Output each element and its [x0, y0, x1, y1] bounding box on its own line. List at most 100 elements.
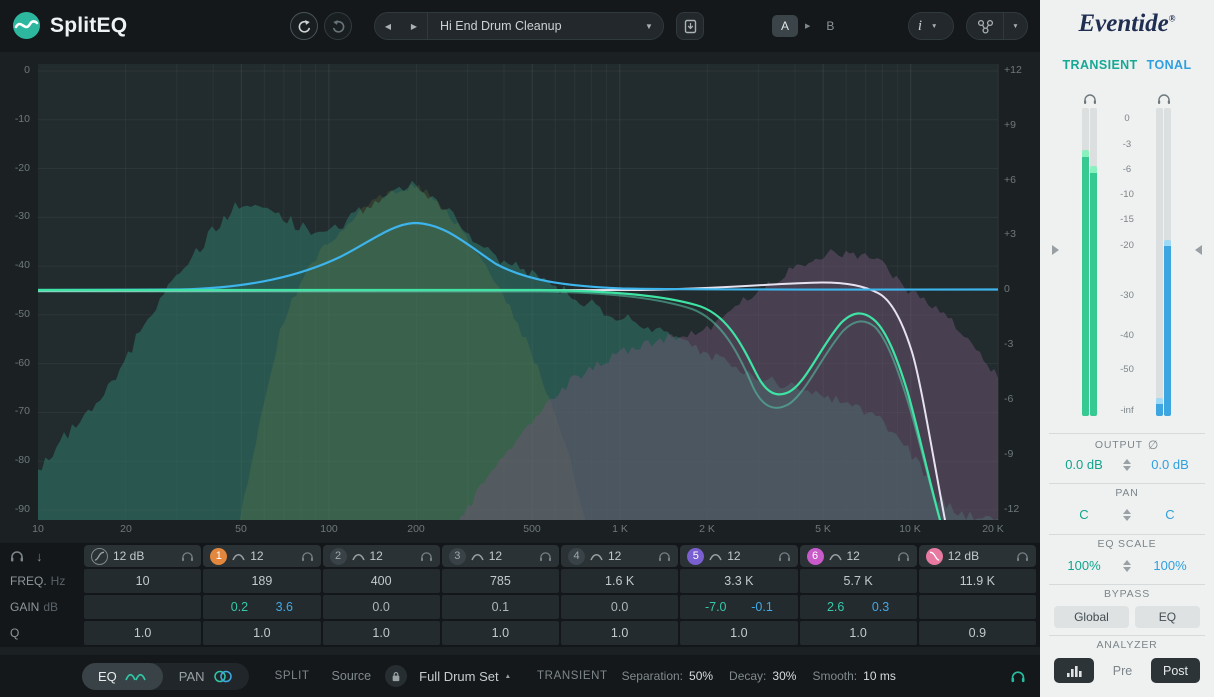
band-freq-value[interactable]: 11.9 K — [919, 569, 1036, 593]
band-parameter-strip: ↓ FREQ.Hz GAINdB Q 12 dB — [0, 543, 1040, 647]
bypass-global-button[interactable]: Global — [1054, 606, 1129, 628]
eq-graph[interactable]: 0 -10 -20 -30 -40 -50 -60 -70 -80 -90 +1… — [0, 52, 1040, 543]
band-freq-value[interactable]: 1.6 K — [561, 569, 678, 593]
smooth-value[interactable]: 10 ms — [863, 669, 896, 683]
band-slope-value[interactable]: 12 — [847, 549, 860, 563]
band-solo-headphone-icon[interactable] — [778, 551, 791, 562]
bypass-buttons: Global EQ — [1054, 606, 1200, 628]
source-lock-button[interactable] — [385, 665, 407, 687]
separation-label: Separation: — [622, 669, 683, 683]
ab-copy-arrow[interactable]: ▶ — [805, 22, 810, 30]
polarity-icon[interactable]: ∅ — [1148, 438, 1159, 452]
band-1-header-button[interactable]: 1 12 — [203, 545, 320, 567]
eq-curves-icon — [125, 670, 147, 682]
preset-prev-button[interactable]: ◀ — [375, 22, 401, 31]
pan-transient-value[interactable]: C — [1050, 507, 1118, 522]
band-4-header-button[interactable]: 4 12 — [561, 545, 678, 567]
band-gain-value[interactable]: 0.1 — [442, 595, 559, 619]
band-solo-headphone-icon[interactable] — [301, 551, 314, 562]
analyzer-spectrum-button[interactable] — [1054, 658, 1094, 683]
band-solo-headphone-icon[interactable] — [1016, 551, 1029, 562]
band-freq-value[interactable]: 785 — [442, 569, 559, 593]
band-solo-headphone-icon[interactable] — [181, 551, 194, 562]
band-solo-headphone-icon[interactable] — [658, 551, 671, 562]
band-solo-headphone-icon[interactable] — [420, 551, 433, 562]
band-q-value[interactable]: 1.0 — [203, 621, 320, 645]
ab-a-button[interactable]: A — [772, 15, 798, 37]
eq-curve-canvas[interactable] — [0, 52, 1040, 543]
bypass-eq-button[interactable]: EQ — [1135, 606, 1200, 628]
routing-button[interactable]: ▼ — [966, 12, 1028, 40]
band-q-value[interactable]: 1.0 — [561, 621, 678, 645]
band-slope-value[interactable]: 12 — [489, 549, 502, 563]
meter-marker-left[interactable] — [1052, 245, 1059, 255]
band-2-header-button[interactable]: 2 12 — [323, 545, 440, 567]
gain-transient: 2.6 — [827, 600, 844, 614]
band-gain-values[interactable]: 0.2 3.6 — [203, 595, 320, 619]
routing-icon — [967, 19, 1003, 34]
band-slope-value[interactable]: 12 dB — [948, 549, 979, 563]
band-6-header-button[interactable]: 6 12 — [800, 545, 917, 567]
decay-value[interactable]: 30% — [772, 669, 796, 683]
analyzer-post-button[interactable]: Post — [1151, 658, 1200, 683]
eq-scale-stepper[interactable] — [1123, 560, 1131, 572]
band-gain-values[interactable]: -7.0 -0.1 — [680, 595, 797, 619]
band-solo-headphone-icon[interactable] — [539, 551, 552, 562]
analyzer-pre-button[interactable]: Pre — [1104, 664, 1141, 678]
band-5-header-button[interactable]: 5 12 — [680, 545, 797, 567]
source-dropup-icon[interactable]: ▲ — [505, 673, 511, 680]
band-slope-value[interactable]: 12 — [370, 549, 383, 563]
band-q-value[interactable]: 1.0 — [84, 621, 201, 645]
preset-name[interactable]: Hi End Drum Cleanup — [428, 19, 635, 33]
output-transient-value[interactable]: 0.0 dB — [1050, 457, 1118, 472]
band-slope-value[interactable]: 12 — [250, 549, 263, 563]
transient-listen-headphone-icon[interactable] — [1010, 670, 1026, 683]
band-q-value[interactable]: 1.0 — [800, 621, 917, 645]
band-q-value[interactable]: 0.9 — [919, 621, 1036, 645]
band-solo-headphone-icon[interactable] — [897, 551, 910, 562]
preset-dropdown-icon[interactable]: ▼ — [635, 22, 663, 31]
band-column-3: 3 12 785 0.1 1.0 — [442, 545, 559, 647]
band-gain-values[interactable]: 2.6 0.3 — [800, 595, 917, 619]
band-freq-value[interactable]: 400 — [323, 569, 440, 593]
band-q-value[interactable]: 1.0 — [680, 621, 797, 645]
band-slope-value[interactable]: 12 — [608, 549, 621, 563]
save-preset-button[interactable] — [676, 12, 704, 40]
band-gain-value[interactable] — [84, 595, 201, 619]
pan-tonal-value[interactable]: C — [1136, 507, 1204, 522]
collapse-panel-icon[interactable]: ↓ — [36, 549, 43, 564]
ab-b-button[interactable]: B — [817, 15, 843, 37]
band-freq-value[interactable]: 10 — [84, 569, 201, 593]
freq-axis-label: 500 — [523, 523, 541, 536]
band-gain-value[interactable]: 0.0 — [561, 595, 678, 619]
redo-button[interactable] — [324, 12, 352, 40]
band-gain-value[interactable] — [919, 595, 1036, 619]
band-freq-value[interactable]: 189 — [203, 569, 320, 593]
band-lp-header-button[interactable]: 12 dB — [919, 545, 1036, 567]
eq-view-tab[interactable]: EQ — [82, 663, 163, 690]
eq-scale-transient-value[interactable]: 100% — [1050, 558, 1118, 573]
band-gain-value[interactable]: 0.0 — [323, 595, 440, 619]
info-button[interactable]: i ▼ — [908, 12, 954, 40]
band-q-value[interactable]: 1.0 — [323, 621, 440, 645]
meter-marker-right[interactable] — [1195, 245, 1202, 255]
output-stepper[interactable] — [1123, 459, 1131, 471]
band-hp-header-button[interactable]: 12 dB — [84, 545, 201, 567]
eq-scale-tonal-value[interactable]: 100% — [1136, 558, 1204, 573]
pan-view-tab[interactable]: PAN — [163, 669, 249, 684]
band-freq-value[interactable]: 3.3 K — [680, 569, 797, 593]
global-listen-icon[interactable] — [10, 550, 24, 562]
band-slope-value[interactable]: 12 dB — [113, 549, 144, 563]
y-axis-label: -60 — [0, 357, 30, 370]
divider — [1049, 433, 1205, 434]
pan-stepper[interactable] — [1123, 509, 1131, 521]
source-select[interactable]: Full Drum Set — [419, 669, 498, 684]
band-slope-value[interactable]: 12 — [727, 549, 740, 563]
preset-next-button[interactable]: ▶ — [401, 22, 427, 31]
undo-button[interactable] — [290, 12, 318, 40]
output-tonal-value[interactable]: 0.0 dB — [1136, 457, 1204, 472]
band-3-header-button[interactable]: 3 12 — [442, 545, 559, 567]
separation-value[interactable]: 50% — [689, 669, 713, 683]
band-freq-value[interactable]: 5.7 K — [800, 569, 917, 593]
band-q-value[interactable]: 1.0 — [442, 621, 559, 645]
